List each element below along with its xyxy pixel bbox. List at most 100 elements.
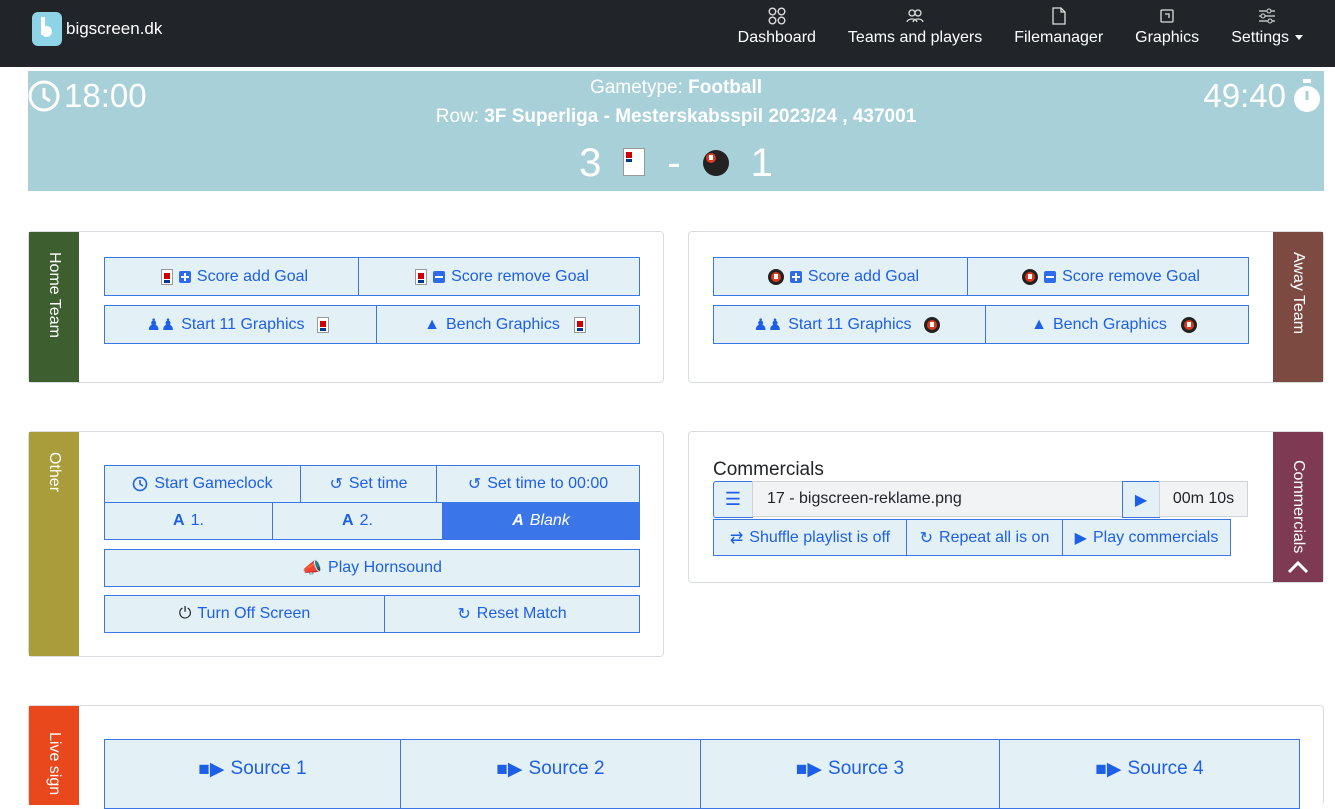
away-team-logo-icon (923, 316, 940, 333)
brand[interactable]: bigscreen.dk (32, 12, 162, 46)
source-4-label: Source 4 (1127, 758, 1204, 779)
start-gameclock-label: Start Gameclock (154, 475, 273, 492)
playlist-item-field[interactable]: 17 - bigscreen-reklame.png (752, 481, 1123, 517)
repeat-icon: ↻ (919, 529, 934, 547)
set-time-zero-label: Set time to 00:00 (487, 475, 609, 492)
play-commercials-label: Play commercials (1092, 528, 1219, 546)
commercials-sidebar[interactable]: Commercials (1273, 432, 1323, 582)
play-hornsound-button[interactable]: 📣 Play Hornsound (104, 549, 640, 587)
play-commercials-button[interactable]: ▶ Play commercials (1062, 519, 1231, 556)
people-group-icon: ♟♟ (146, 316, 176, 334)
source-1-label: Source 1 (230, 758, 307, 779)
video-camera-icon: ■▶ (496, 759, 523, 780)
home-start11-label: Start 11 Graphics (181, 315, 305, 333)
stopwatch-timer: 49:40 (1203, 77, 1324, 115)
row-value: 3F Superliga - Mesterskabsspil 2023/24 ,… (484, 106, 917, 127)
away-team-logo-icon (767, 268, 784, 285)
font-icon: A (342, 512, 354, 529)
reset-match-button[interactable]: ↻ Reset Match (384, 595, 640, 633)
repeat-button[interactable]: ↻ Repeat all is on (906, 519, 1063, 556)
list-icon: ☰ (724, 489, 742, 509)
stopwatch-icon (1294, 79, 1320, 112)
home-remove-goal-button[interactable]: Score remove Goal (358, 257, 640, 296)
source-2-button[interactable]: ■▶ Source 2 (400, 739, 701, 809)
nav-graphics[interactable]: Graphics (1119, 0, 1215, 67)
nav-graphics-label: Graphics (1135, 29, 1200, 46)
chevron-up-icon[interactable] (1287, 560, 1309, 574)
home-add-goal-label: Score add Goal (196, 267, 309, 285)
reset-match-label: Reset Match (476, 605, 567, 622)
gametype-value: Football (688, 77, 763, 98)
blank-button[interactable]: A Blank (442, 502, 640, 540)
home-team-sidebar: Home Team (29, 232, 79, 382)
set-time-zero-button[interactable]: ↺ Set time to 00:00 (436, 465, 640, 503)
half-2-label: 2. (359, 512, 373, 529)
away-start11-button[interactable]: ♟♟ Start 11 Graphics (713, 305, 986, 344)
main-nav: Dashboard Teams and players Filemanager … (722, 0, 1335, 67)
play-icon: ▶ (1074, 529, 1087, 547)
away-team-sidebar: Away Team (1273, 232, 1323, 382)
shuffle-button[interactable]: ⇄ Shuffle playlist is off (713, 519, 907, 556)
playlist-menu-button[interactable]: ☰ (713, 481, 753, 518)
half-1-button[interactable]: A 1. (104, 502, 273, 540)
nav-settings-text: Settings (1231, 29, 1289, 46)
commercials-title: Commercials (713, 459, 824, 480)
megaphone-icon: 📣 (302, 560, 323, 577)
repeat-label: Repeat all is on (939, 528, 1050, 546)
graphics-icon (1160, 9, 1174, 23)
other-label: Other (46, 452, 63, 493)
home-team-logo-icon (623, 141, 646, 186)
half-2-button[interactable]: A 2. (272, 502, 443, 540)
home-team-card: Home Team Score add Goal Score remove Go… (28, 231, 664, 383)
match-result: 3 - 1 (28, 141, 1324, 186)
chevron-down-icon (1295, 35, 1303, 41)
start-gameclock-button[interactable]: Start Gameclock (104, 465, 301, 503)
source-2-label: Source 2 (528, 758, 605, 779)
shuffle-icon: ⇄ (729, 529, 744, 547)
source-3-button[interactable]: ■▶ Source 3 (700, 739, 1000, 809)
row-label: Row: (435, 106, 480, 127)
video-camera-icon: ■▶ (198, 759, 225, 780)
nav-settings[interactable]: Settings (1215, 0, 1335, 67)
nav-filemanager-label: Filemanager (1014, 29, 1104, 46)
away-add-goal-label: Score add Goal (807, 267, 920, 285)
home-team-logo-icon (573, 316, 586, 333)
home-team-logo-icon (415, 268, 428, 285)
league-row: Row: 3F Superliga - Mesterskabsspil 2023… (28, 106, 1324, 128)
home-team-logo-icon (316, 316, 329, 333)
away-start11-label: Start 11 Graphics (788, 315, 912, 333)
minus-icon (433, 270, 446, 283)
away-team-card: Away Team Score add Goal Score remove Go… (688, 231, 1324, 383)
set-time-button[interactable]: ↺ Set time (300, 465, 437, 503)
play-icon: ▶ (1134, 491, 1148, 509)
away-add-goal-button[interactable]: Score add Goal (713, 257, 968, 296)
home-start11-button[interactable]: ♟♟ Start 11 Graphics (104, 305, 377, 344)
nav-teams[interactable]: Teams and players (832, 0, 998, 67)
source-3-label: Source 3 (828, 758, 905, 779)
home-team-logo-icon (160, 268, 173, 285)
file-icon (1052, 7, 1066, 25)
brand-logo-icon (32, 12, 62, 46)
away-bench-button[interactable]: ▲ Bench Graphics (985, 305, 1249, 344)
home-team-label: Home Team (46, 252, 63, 338)
away-team-label: Away Team (1290, 252, 1307, 335)
nav-dashboard[interactable]: Dashboard (722, 0, 832, 67)
source-1-button[interactable]: ■▶ Source 1 (104, 739, 401, 809)
home-bench-button[interactable]: ▲ Bench Graphics (376, 305, 640, 344)
home-add-goal-button[interactable]: Score add Goal (104, 257, 359, 296)
settings-sliders-icon (1259, 8, 1276, 24)
nav-filemanager[interactable]: Filemanager (998, 0, 1119, 67)
font-icon: A (512, 512, 524, 529)
away-remove-goal-button[interactable]: Score remove Goal (967, 257, 1249, 296)
bench-icon: ▲ (424, 315, 440, 333)
playlist-duration: 00m 10s (1159, 481, 1248, 517)
plus-icon (789, 270, 802, 283)
score-separator: - (667, 141, 681, 185)
source-4-button[interactable]: ■▶ Source 4 (999, 739, 1300, 809)
away-team-logo-icon (702, 141, 729, 186)
play-item-button[interactable]: ▶ (1122, 481, 1160, 518)
shuffle-label: Shuffle playlist is off (749, 528, 891, 546)
video-camera-icon: ■▶ (795, 759, 823, 780)
playlist-file-name: 17 - bigscreen-reklame.png (767, 490, 962, 507)
turn-off-screen-button[interactable]: ⏻ Turn Off Screen (104, 595, 385, 633)
